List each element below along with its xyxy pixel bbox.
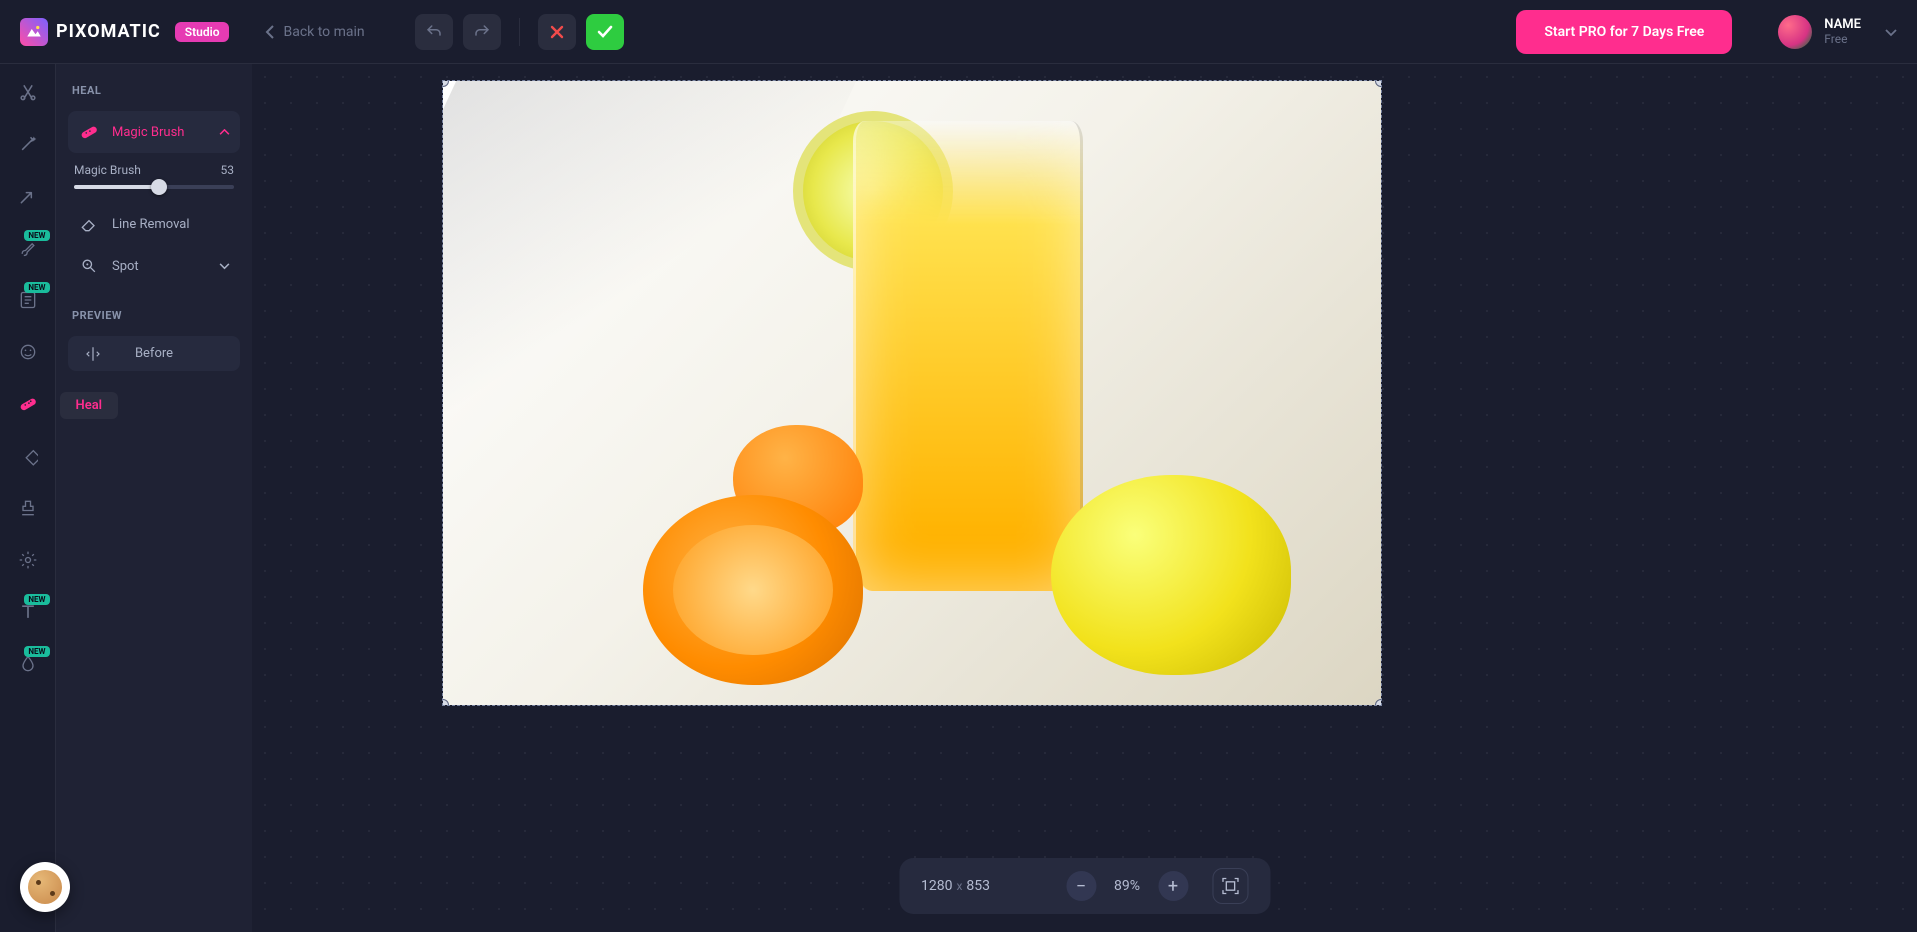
- divider: [519, 18, 520, 46]
- eraser-icon: [78, 213, 100, 235]
- dim-separator: x: [956, 879, 962, 893]
- resize-handle-bottom-right[interactable]: [1375, 699, 1382, 706]
- user-meta: NAME Free: [1824, 17, 1861, 47]
- start-pro-button[interactable]: Start PRO for 7 Days Free: [1516, 10, 1732, 54]
- dimensions-display: 1280 x 853: [921, 878, 990, 894]
- new-badge: NEW: [24, 594, 49, 605]
- slider-thumb[interactable]: [151, 179, 167, 195]
- image-illustration: [443, 81, 1381, 705]
- chevron-up-icon: [219, 125, 230, 139]
- zoom-out-button[interactable]: −: [1066, 871, 1096, 901]
- magic-brush-slider-block: Magic Brush 53: [68, 153, 240, 203]
- tool-magic-wand[interactable]: [16, 132, 40, 156]
- side-panel: HEAL Magic Brush Magic Brush 53: [56, 64, 252, 932]
- magic-brush-label: Magic Brush: [112, 125, 184, 140]
- tool-arrow[interactable]: [16, 184, 40, 208]
- dim-height: 853: [966, 878, 990, 894]
- tool-cut[interactable]: [16, 80, 40, 104]
- heal-tooltip: Heal: [60, 392, 119, 419]
- zoom-in-button[interactable]: +: [1158, 871, 1188, 901]
- slider-fill: [74, 185, 159, 189]
- close-icon: [550, 25, 564, 39]
- target-icon: [78, 255, 100, 277]
- tool-text[interactable]: NEW: [16, 600, 40, 624]
- cookie-settings-button[interactable]: [20, 862, 70, 912]
- main: NEW NEW Heal NEW NEW: [0, 64, 1917, 932]
- dim-width: 1280: [921, 878, 952, 894]
- tool-shape[interactable]: [16, 444, 40, 468]
- canvas-area[interactable]: 1280 x 853 − 89% +: [252, 64, 1917, 932]
- tool-template[interactable]: NEW: [16, 288, 40, 312]
- tool-stamp[interactable]: [16, 496, 40, 520]
- tool-heal[interactable]: Heal: [16, 392, 40, 416]
- tool-spot[interactable]: Spot: [68, 245, 240, 287]
- before-button[interactable]: Before: [68, 336, 240, 371]
- spot-label: Spot: [112, 259, 139, 274]
- fit-to-screen-button[interactable]: [1212, 868, 1248, 904]
- back-label: Back to main: [283, 24, 364, 40]
- user-name: NAME: [1824, 17, 1861, 33]
- check-icon: [597, 25, 613, 39]
- studio-badge: Studio: [175, 22, 230, 42]
- tool-magic-brush[interactable]: Magic Brush: [68, 111, 240, 153]
- slider-value: 53: [221, 163, 235, 177]
- tool-settings[interactable]: [16, 548, 40, 572]
- tool-line-removal[interactable]: Line Removal: [68, 203, 240, 245]
- tool-color-picker[interactable]: NEW: [16, 652, 40, 676]
- user-menu[interactable]: NAME Free: [1778, 15, 1897, 49]
- reject-button[interactable]: [538, 14, 576, 50]
- chevron-down-icon: [1885, 22, 1897, 41]
- back-to-main-button[interactable]: Back to main: [265, 24, 364, 40]
- avatar: [1778, 15, 1812, 49]
- user-plan: Free: [1824, 32, 1861, 46]
- new-badge: NEW: [24, 282, 49, 293]
- heading-preview: PREVIEW: [68, 309, 240, 322]
- tool-rail: NEW NEW Heal NEW NEW: [0, 64, 56, 932]
- canvas-image[interactable]: [442, 80, 1382, 706]
- logo-icon: [20, 18, 48, 46]
- fit-screen-icon: [1220, 876, 1240, 896]
- undo-icon: [425, 23, 443, 41]
- before-label: Before: [135, 346, 173, 361]
- app-header: PIXOMATIC Studio Back to main Start PRO …: [0, 0, 1917, 64]
- canvas-footer: 1280 x 853 − 89% +: [899, 858, 1270, 914]
- chevron-down-icon: [219, 259, 230, 273]
- chevron-left-icon: [265, 25, 275, 39]
- undo-button[interactable]: [415, 14, 453, 50]
- compare-icon: [82, 343, 104, 365]
- zoom-level: 89%: [1114, 878, 1140, 894]
- history-actions: [415, 14, 624, 50]
- magic-brush-slider[interactable]: [74, 185, 234, 189]
- line-removal-label: Line Removal: [112, 217, 190, 232]
- tool-brush[interactable]: NEW: [16, 236, 40, 260]
- logo[interactable]: PIXOMATIC Studio: [20, 18, 229, 46]
- redo-icon: [473, 23, 491, 41]
- accept-button[interactable]: [586, 14, 624, 50]
- logo-text: PIXOMATIC: [56, 21, 161, 42]
- slider-label: Magic Brush: [74, 163, 141, 177]
- bandage-icon: [78, 121, 100, 143]
- heading-heal: HEAL: [68, 84, 240, 97]
- new-badge: NEW: [24, 646, 49, 657]
- tool-face[interactable]: [16, 340, 40, 364]
- cookie-icon: [28, 870, 62, 904]
- new-badge: NEW: [24, 230, 49, 241]
- redo-button[interactable]: [463, 14, 501, 50]
